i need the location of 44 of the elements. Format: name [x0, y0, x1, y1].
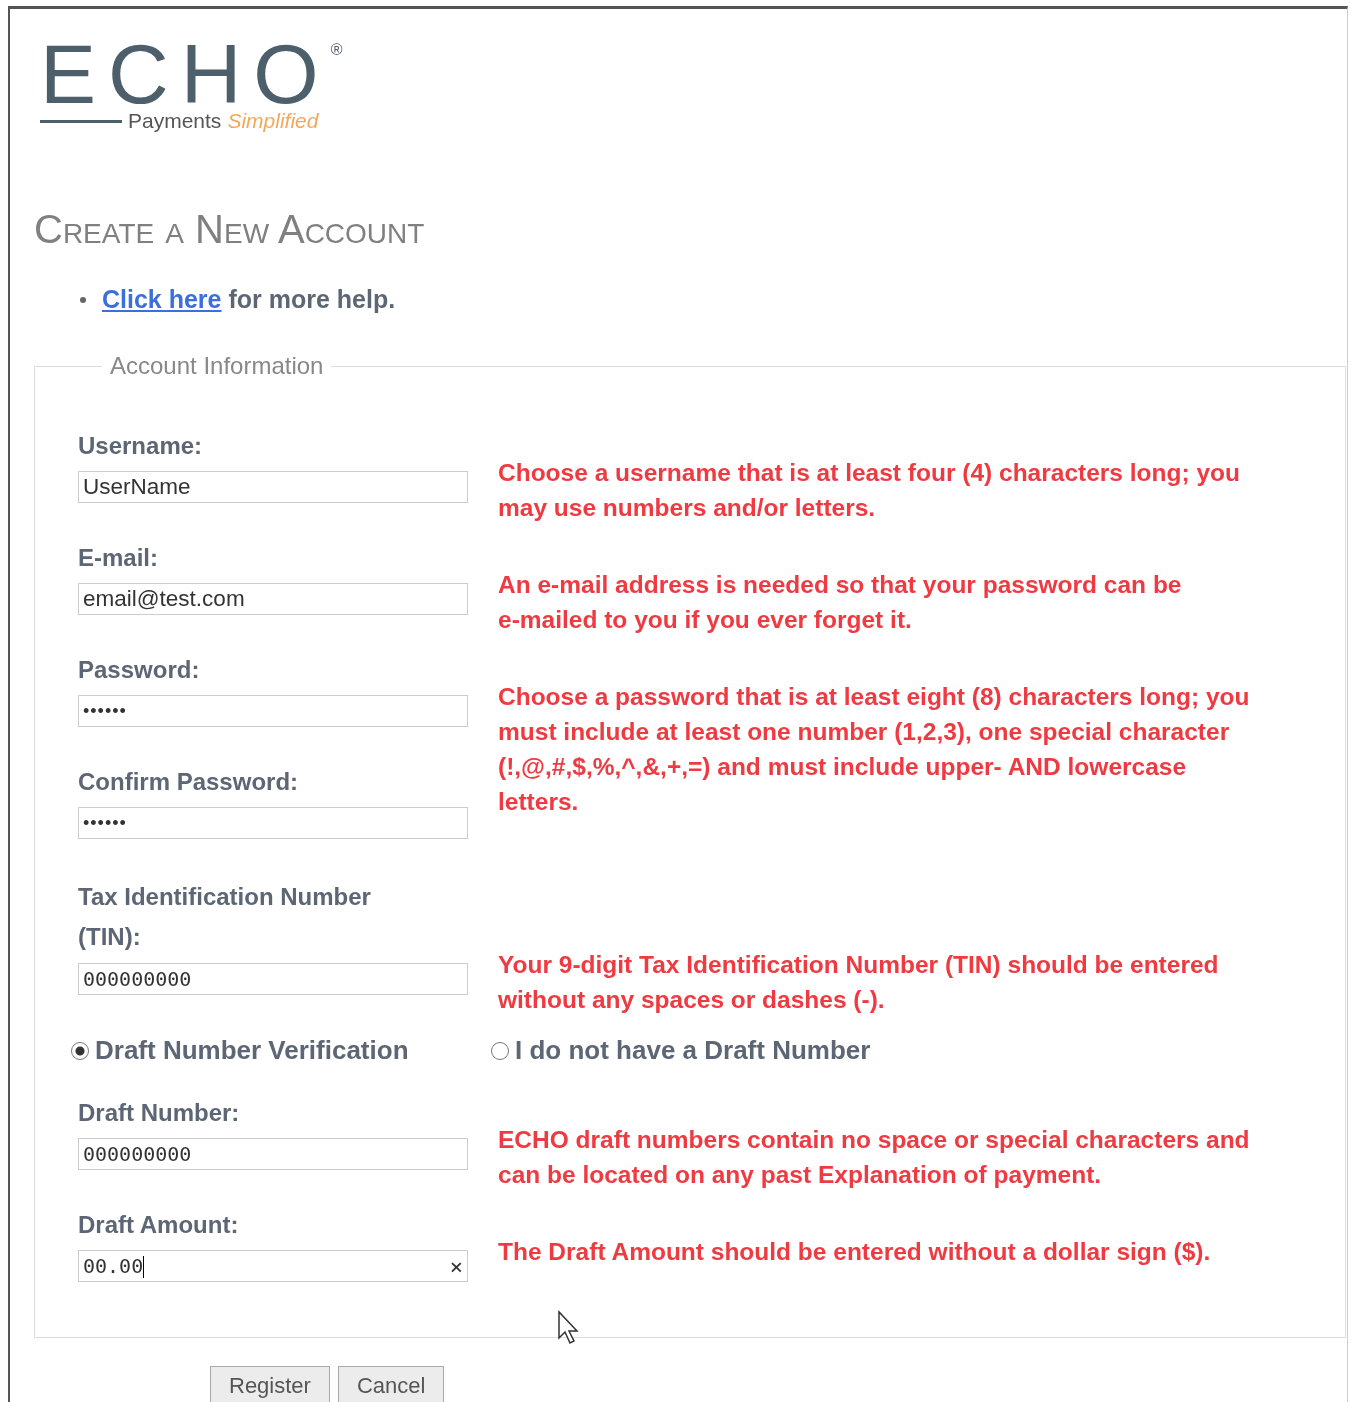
hint-text: Your 9-digit Tax Identification Number (TIN) should be entered without any spaces or dashes (-). — [498, 950, 1219, 1015]
input-field[interactable]: •••••• — [78, 807, 468, 839]
input-value: 00.00 — [83, 1253, 144, 1278]
input-value: •••••• — [83, 812, 127, 833]
field-label: Password: — [78, 655, 201, 685]
help-link[interactable]: Click here — [102, 285, 222, 313]
hint-text: Choose a password that is at least eight (8) characters long; you must include at least one number (1,2,3), one special character (!,@,#,$,%,^,&,+,=) and must include upper- AND lowercase letters. — [498, 682, 1250, 817]
field-label: Draft Number: — [78, 1098, 241, 1128]
pointer-icon — [557, 1310, 579, 1346]
form-button[interactable]: Cancel — [337, 1366, 445, 1402]
hint-text: Choose a username that is at least four (4) characters long; you may use numbers and/or letters. — [498, 458, 1240, 523]
panel-legend: Account Information — [102, 352, 332, 380]
field-label: Tax Identification Number (TIN): — [78, 882, 372, 952]
field-label: Draft Amount: — [78, 1210, 240, 1240]
logo-wordmark: ECHO — [40, 39, 331, 109]
field-label: Username: — [78, 431, 204, 461]
hint-text: An e-mail address is needed so that your password can be e-mailed to you if you ever forget it. — [498, 570, 1182, 635]
input-value: •••••• — [83, 700, 127, 721]
radio-icon[interactable] — [71, 1041, 89, 1060]
radio-option[interactable]: I do not have a Draft Number — [491, 1035, 1345, 1066]
input-field[interactable]: email@test.com — [78, 583, 468, 615]
input-field[interactable]: 00.00 × — [78, 1250, 468, 1282]
input-field[interactable]: 000000000 — [78, 1138, 468, 1170]
form-button[interactable]: Register — [210, 1366, 330, 1402]
field-label: E-mail: — [78, 543, 159, 573]
input-value: UserName — [83, 474, 191, 499]
logo-tagline: Payments — [128, 109, 222, 133]
clear-button[interactable]: × — [449, 1253, 463, 1279]
hint-text: The Draft Amount should be entered without a dollar sign ($). — [498, 1237, 1211, 1267]
bullet-icon — [80, 296, 86, 303]
input-value: email@test.com — [83, 586, 245, 611]
radio-icon[interactable] — [491, 1041, 509, 1060]
input-value: 000000000 — [83, 967, 192, 991]
help-text: Click here for more help. — [102, 285, 396, 314]
logo-tagline-accent: Simplified — [227, 109, 319, 133]
radio-option[interactable]: Draft Number Verification — [71, 1035, 491, 1066]
input-field[interactable]: •••••• — [78, 695, 468, 727]
page-title: Create a New Account — [34, 207, 426, 251]
input-field[interactable]: UserName — [78, 471, 468, 503]
input-field[interactable]: 000000000 — [78, 963, 468, 995]
field-label: Confirm Password: — [78, 767, 300, 797]
hint-text: ECHO draft numbers contain no space or special characters and can be located on any past Explanation of payment. — [498, 1125, 1250, 1190]
registered-mark: ® — [330, 41, 343, 59]
input-value: 000000000 — [83, 1142, 192, 1166]
